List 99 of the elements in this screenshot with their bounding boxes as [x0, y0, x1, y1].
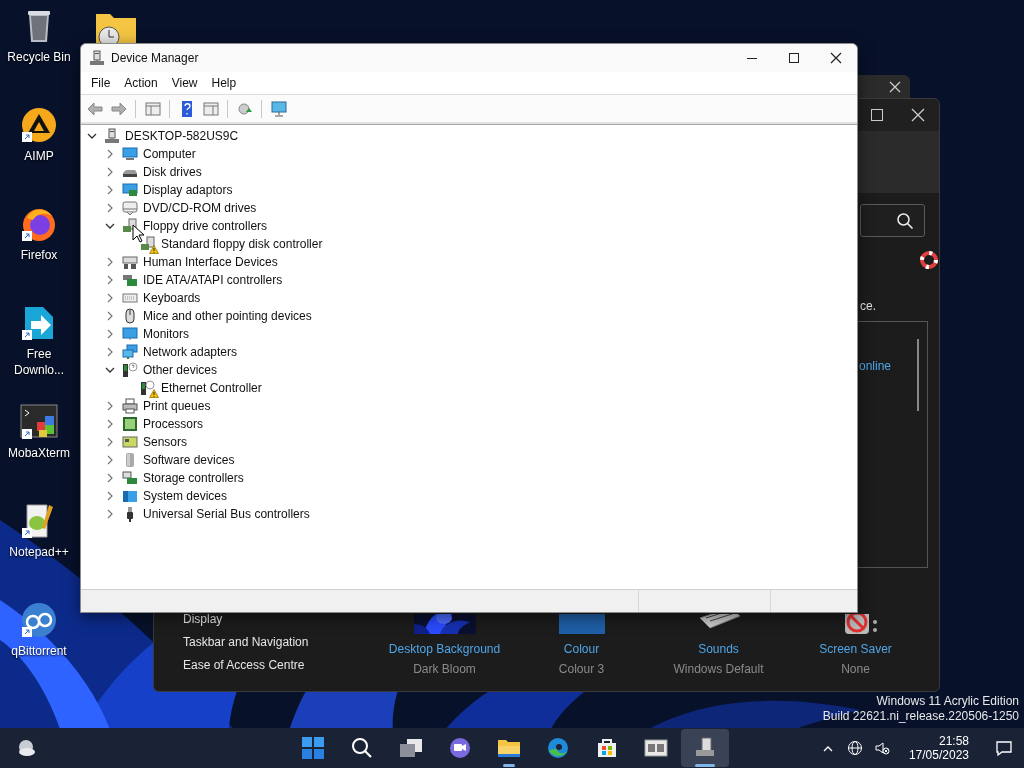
- tree-item[interactable]: Keyboards: [143, 290, 201, 306]
- window-title: Device Manager: [111, 51, 199, 65]
- tree-item[interactable]: Processors: [143, 416, 204, 432]
- network-card-icon: [140, 380, 156, 396]
- device-manager-button[interactable]: [681, 729, 729, 767]
- theme-link[interactable]: Screen Saver: [819, 642, 892, 656]
- nav-link[interactable]: Display: [183, 612, 309, 626]
- chip-icon: [122, 416, 138, 432]
- mouse-icon: [122, 308, 138, 324]
- close-icon[interactable]: [909, 106, 927, 124]
- computer-tower-icon: [89, 50, 105, 66]
- terminal-icon[interactable]: [19, 402, 59, 442]
- minimize-icon: [747, 57, 757, 59]
- storage-controller-icon: [122, 470, 138, 486]
- tree-item[interactable]: Ethernet Controller: [161, 380, 262, 396]
- date-text: 17/05/2023: [908, 748, 969, 762]
- tree-item[interactable]: Other devices: [143, 362, 218, 378]
- computer-tower-icon: [104, 128, 120, 144]
- maximize-icon[interactable]: [868, 106, 886, 124]
- sensor-icon: [122, 434, 138, 450]
- input-device-icon: [122, 254, 138, 270]
- search-icon: [896, 211, 914, 230]
- keyboard-icon: [122, 290, 138, 306]
- speech-bubble-icon: [995, 739, 1013, 757]
- menu-item[interactable]: File: [84, 74, 118, 92]
- tree-item[interactable]: System devices: [143, 488, 228, 504]
- description-text: ce.: [860, 299, 876, 313]
- search-icon: [350, 736, 374, 760]
- menu-item[interactable]: Help: [204, 74, 244, 92]
- tree-item[interactable]: Monitors: [143, 326, 189, 342]
- tree-item[interactable]: Standard floppy disk controller: [161, 236, 323, 252]
- time-text: 21:58: [938, 734, 969, 748]
- tree-item[interactable]: Universal Serial Bus controllers: [143, 506, 310, 522]
- menu-item[interactable]: Action: [117, 74, 165, 92]
- maximize-icon: [786, 50, 802, 66]
- scrollbar: [917, 339, 919, 411]
- system-folder-icon: [122, 488, 138, 504]
- browser-icon: [546, 736, 570, 760]
- nav-link[interactable]: Ease of Access Centre: [183, 658, 309, 672]
- console-tree-icon: [143, 99, 162, 118]
- store-icon: [595, 736, 619, 760]
- tree-item[interactable]: Floppy drive controllers: [143, 218, 268, 234]
- monitor-icon: [122, 326, 138, 342]
- globe-icon: [846, 740, 863, 756]
- task-view-icon: [399, 736, 423, 760]
- torrent-app-icon[interactable]: [19, 600, 59, 640]
- tree-item[interactable]: Display adaptors: [143, 182, 233, 198]
- triangle-app-icon[interactable]: [19, 105, 59, 145]
- printer-icon: [122, 398, 138, 414]
- theme-value: Windows Default: [673, 662, 764, 676]
- edition-text: Windows 11 Acrylic Edition: [876, 694, 1019, 709]
- display-adapter-icon: [122, 182, 138, 198]
- tree-item[interactable]: Software devices: [143, 452, 235, 468]
- icon-label: Recycle Bin: [6, 49, 72, 65]
- icon-label: MobaXterm: [7, 445, 71, 461]
- tree-item[interactable]: Print queues: [143, 398, 211, 414]
- close-icon[interactable]: [888, 80, 902, 94]
- tree-item[interactable]: DESKTOP-582US9C: [125, 128, 239, 144]
- theme-value: None: [841, 662, 870, 676]
- icon-label: Free Downlo...: [13, 346, 65, 378]
- unknown-device-icon: [122, 362, 138, 378]
- icon-label: AIMP: [23, 148, 55, 164]
- monitor-icon: [122, 146, 138, 162]
- tree-item[interactable]: Storage controllers: [143, 470, 244, 486]
- tree-item[interactable]: Disk drives: [143, 164, 202, 180]
- search-field[interactable]: [860, 204, 925, 237]
- tree-item[interactable]: DVD/CD-ROM drives: [143, 200, 257, 216]
- tree-item[interactable]: Network adapters: [143, 344, 238, 360]
- action-pane-icon: [201, 99, 220, 118]
- clock[interactable]: 21:58 17/05/2023: [902, 733, 975, 763]
- edition-text: Build 22621.ni_release.220506-1250: [822, 709, 1019, 724]
- scan-monitor-icon: [269, 99, 288, 118]
- tree-item[interactable]: Mice and other pointing devices: [143, 308, 312, 324]
- help-link[interactable]: online: [859, 359, 892, 373]
- controller-card-icon: [122, 272, 138, 288]
- floppy-controller-icon: [122, 218, 138, 234]
- nav-link[interactable]: Taskbar and Navigation: [183, 635, 309, 649]
- network-icon: [122, 344, 138, 360]
- icon-label: Notepad++: [8, 544, 70, 560]
- lifebuoy-icon[interactable]: [920, 251, 938, 269]
- muted-speaker-icon: [873, 740, 890, 756]
- tree-item[interactable]: Sensors: [143, 434, 188, 450]
- theme-link[interactable]: Desktop Background: [388, 642, 501, 656]
- mouse-pointer-icon: [132, 224, 144, 243]
- floppy-controller-icon: [140, 236, 156, 252]
- tree-item[interactable]: Human Interface Devices: [143, 254, 278, 270]
- theme-value: Colour 3: [558, 662, 605, 676]
- tree-item[interactable]: Computer: [143, 146, 196, 162]
- theme-link[interactable]: Sounds: [698, 642, 739, 656]
- menu-item[interactable]: View: [164, 74, 205, 92]
- window-panel-icon: [644, 736, 668, 760]
- theme-value: Dark Bloom: [413, 662, 476, 676]
- icon-label: Firefox: [19, 247, 59, 263]
- chat-icon: [448, 736, 472, 760]
- tree-item[interactable]: IDE ATA/ATAPI controllers: [143, 272, 283, 288]
- start-icon: [301, 736, 325, 760]
- disc-drive-icon: [122, 200, 138, 216]
- theme-link[interactable]: Colour: [563, 642, 600, 656]
- close-icon: [828, 50, 844, 66]
